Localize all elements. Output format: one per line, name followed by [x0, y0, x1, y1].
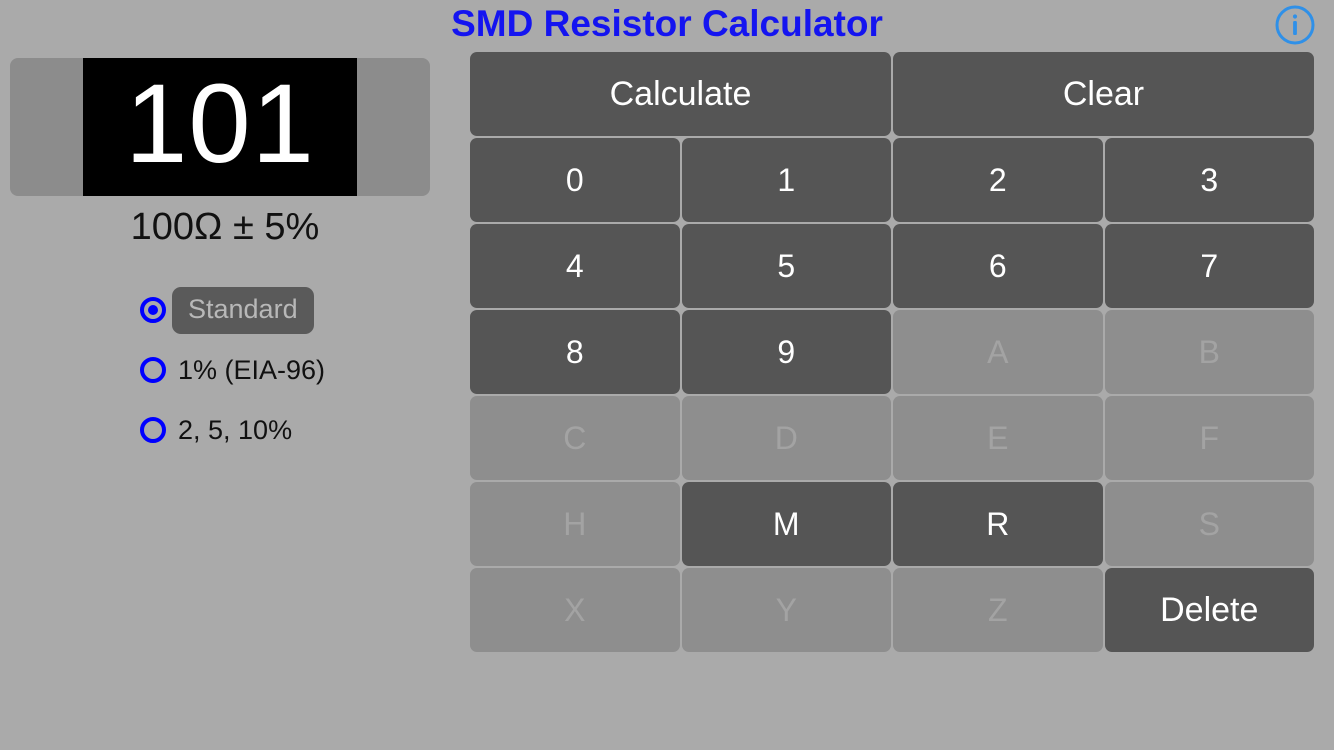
result-panel: 101 100Ω ± 5% Standard 1% (EIA-96) 2, 5,…	[0, 48, 450, 750]
page-title: SMD Resistor Calculator	[451, 3, 883, 44]
radio-option-eia96[interactable]: 1% (EIA-96)	[140, 346, 440, 394]
keypad-row: X Y Z Delete	[470, 568, 1314, 652]
radio-indicator-2-5-10[interactable]	[140, 417, 166, 443]
radio-label-eia96: 1% (EIA-96)	[178, 354, 326, 385]
resistor-body: 101	[83, 58, 357, 196]
key-c: C	[470, 396, 680, 480]
key-b: B	[1104, 310, 1314, 394]
key-r[interactable]: R	[893, 482, 1103, 566]
key-4[interactable]: 4	[470, 224, 680, 308]
key-2[interactable]: 2	[893, 138, 1103, 222]
key-3[interactable]: 3	[1104, 138, 1314, 222]
keypad-row: 0123	[470, 138, 1314, 222]
info-icon[interactable]	[1274, 4, 1316, 46]
radio-indicator-standard[interactable]	[140, 297, 166, 323]
keypad-row: HMRS	[470, 482, 1314, 566]
key-7[interactable]: 7	[1104, 224, 1314, 308]
key-5[interactable]: 5	[681, 224, 891, 308]
keypad: Calculate Clear 0 1 2 3 4 5 6 7 8 9 A B C D E F H M R S X Y Z Del…	[470, 52, 1314, 652]
key-e: E	[893, 396, 1103, 480]
key-d: D	[681, 396, 891, 480]
delete-button[interactable]: Delete	[1104, 568, 1314, 652]
keypad-row: Calculate Clear	[470, 52, 1314, 136]
resistor-graphic: 101	[10, 58, 430, 196]
radio-option-standard[interactable]: Standard	[140, 286, 440, 334]
key-1[interactable]: 1	[681, 138, 891, 222]
keypad-row: CDEF	[470, 396, 1314, 480]
app-header: SMD Resistor Calculator	[0, 0, 1334, 48]
key-a: A	[893, 310, 1103, 394]
key-m[interactable]: M	[681, 482, 891, 566]
radio-label-2-5-10: 2, 5, 10%	[178, 414, 293, 445]
key-9[interactable]: 9	[681, 310, 891, 394]
radio-label-standard: Standard	[172, 286, 314, 334]
key-z: Z	[893, 568, 1103, 652]
key-y: Y	[681, 568, 891, 652]
keypad-row: 4567	[470, 224, 1314, 308]
tolerance-radio-group: Standard 1% (EIA-96) 2, 5, 10%	[140, 286, 440, 466]
clear-button[interactable]: Clear	[893, 52, 1314, 136]
resistor-code-text: 101	[125, 61, 315, 186]
key-6[interactable]: 6	[893, 224, 1103, 308]
radio-option-2-5-10[interactable]: 2, 5, 10%	[140, 406, 440, 454]
key-8[interactable]: 8	[470, 310, 680, 394]
key-0[interactable]: 0	[470, 138, 680, 222]
keypad-row: 89AB	[470, 310, 1314, 394]
key-x: X	[470, 568, 680, 652]
radio-indicator-eia96[interactable]	[140, 357, 166, 383]
key-f: F	[1104, 396, 1314, 480]
resistance-value: 100Ω ± 5%	[130, 206, 320, 248]
key-h: H	[470, 482, 680, 566]
key-s: S	[1104, 482, 1314, 566]
calculate-button[interactable]: Calculate	[470, 52, 891, 136]
